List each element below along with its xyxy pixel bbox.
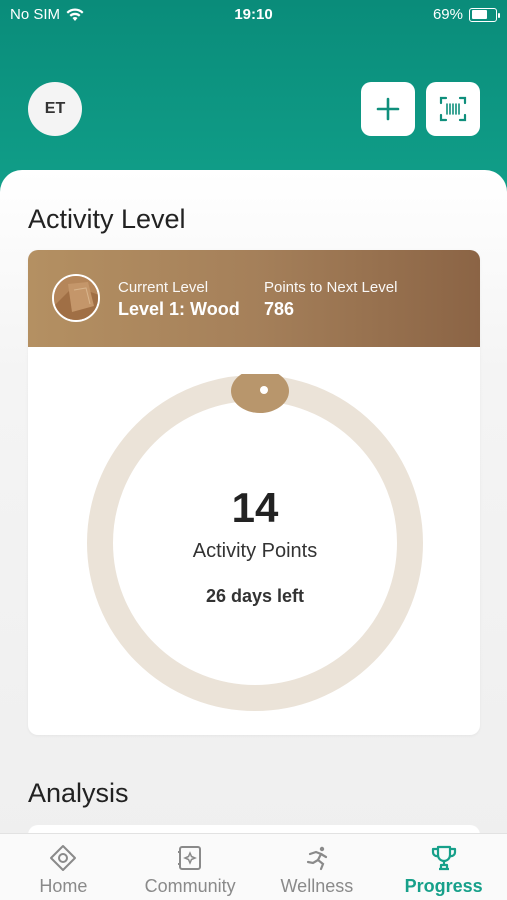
tab-progress-label: Progress — [404, 876, 483, 896]
ring-center: 14 Activity Points 26 days left — [86, 374, 424, 712]
content-sheet: Activity Level Current Level Level 1: Wo… — [0, 170, 507, 865]
current-level-label: Current Level — [118, 279, 209, 296]
next-level: Points to Next Level 786 — [264, 279, 397, 320]
activity-card[interactable]: Current Level Level 1: Wood Points to Ne… — [28, 250, 480, 735]
activity-points-label: Activity Points — [192, 540, 318, 562]
wellness-icon — [306, 846, 327, 871]
avatar[interactable]: ET — [28, 82, 82, 136]
tab-community[interactable]: Community — [127, 834, 254, 900]
plus-icon — [376, 97, 400, 121]
community-icon — [178, 846, 202, 870]
status-right: 69% — [432, 6, 500, 23]
status-bar: No SIM 19:10 69% — [0, 0, 507, 32]
scan-button[interactable] — [426, 82, 480, 136]
analysis-title: Analysis — [28, 778, 129, 808]
next-level-label: Points to Next Level — [264, 279, 398, 296]
trophy-icon — [431, 845, 456, 871]
current-level-value: Level 1: Wood — [118, 299, 240, 319]
status-time: 19:10 — [234, 6, 273, 23]
battery-icon — [469, 7, 500, 22]
tab-wellness[interactable]: Wellness — [254, 834, 381, 900]
barcode-scan-icon — [439, 96, 467, 122]
tab-wellness-label: Wellness — [280, 876, 354, 896]
home-icon — [50, 845, 77, 871]
days-left-label: 26 days left — [205, 586, 305, 606]
add-button[interactable] — [361, 82, 415, 136]
tab-home[interactable]: Home — [0, 834, 127, 900]
activity-level-title: Activity Level — [28, 204, 186, 234]
current-level: Current Level Level 1: Wood — [118, 279, 240, 320]
activity-points-value: 14 — [231, 484, 279, 531]
tab-home-label: Home — [39, 876, 88, 896]
next-level-value: 786 — [264, 299, 295, 319]
activity-ring: 14 Activity Points 26 days left — [86, 369, 424, 712]
tab-bar: Home Community Wellness Progress — [0, 833, 507, 900]
wood-level-icon — [52, 274, 100, 322]
battery-percent: 69% — [432, 6, 463, 23]
tab-community-label: Community — [144, 876, 236, 896]
level-banner: Current Level Level 1: Wood Points to Ne… — [28, 250, 480, 347]
tab-progress[interactable]: Progress — [380, 834, 507, 900]
